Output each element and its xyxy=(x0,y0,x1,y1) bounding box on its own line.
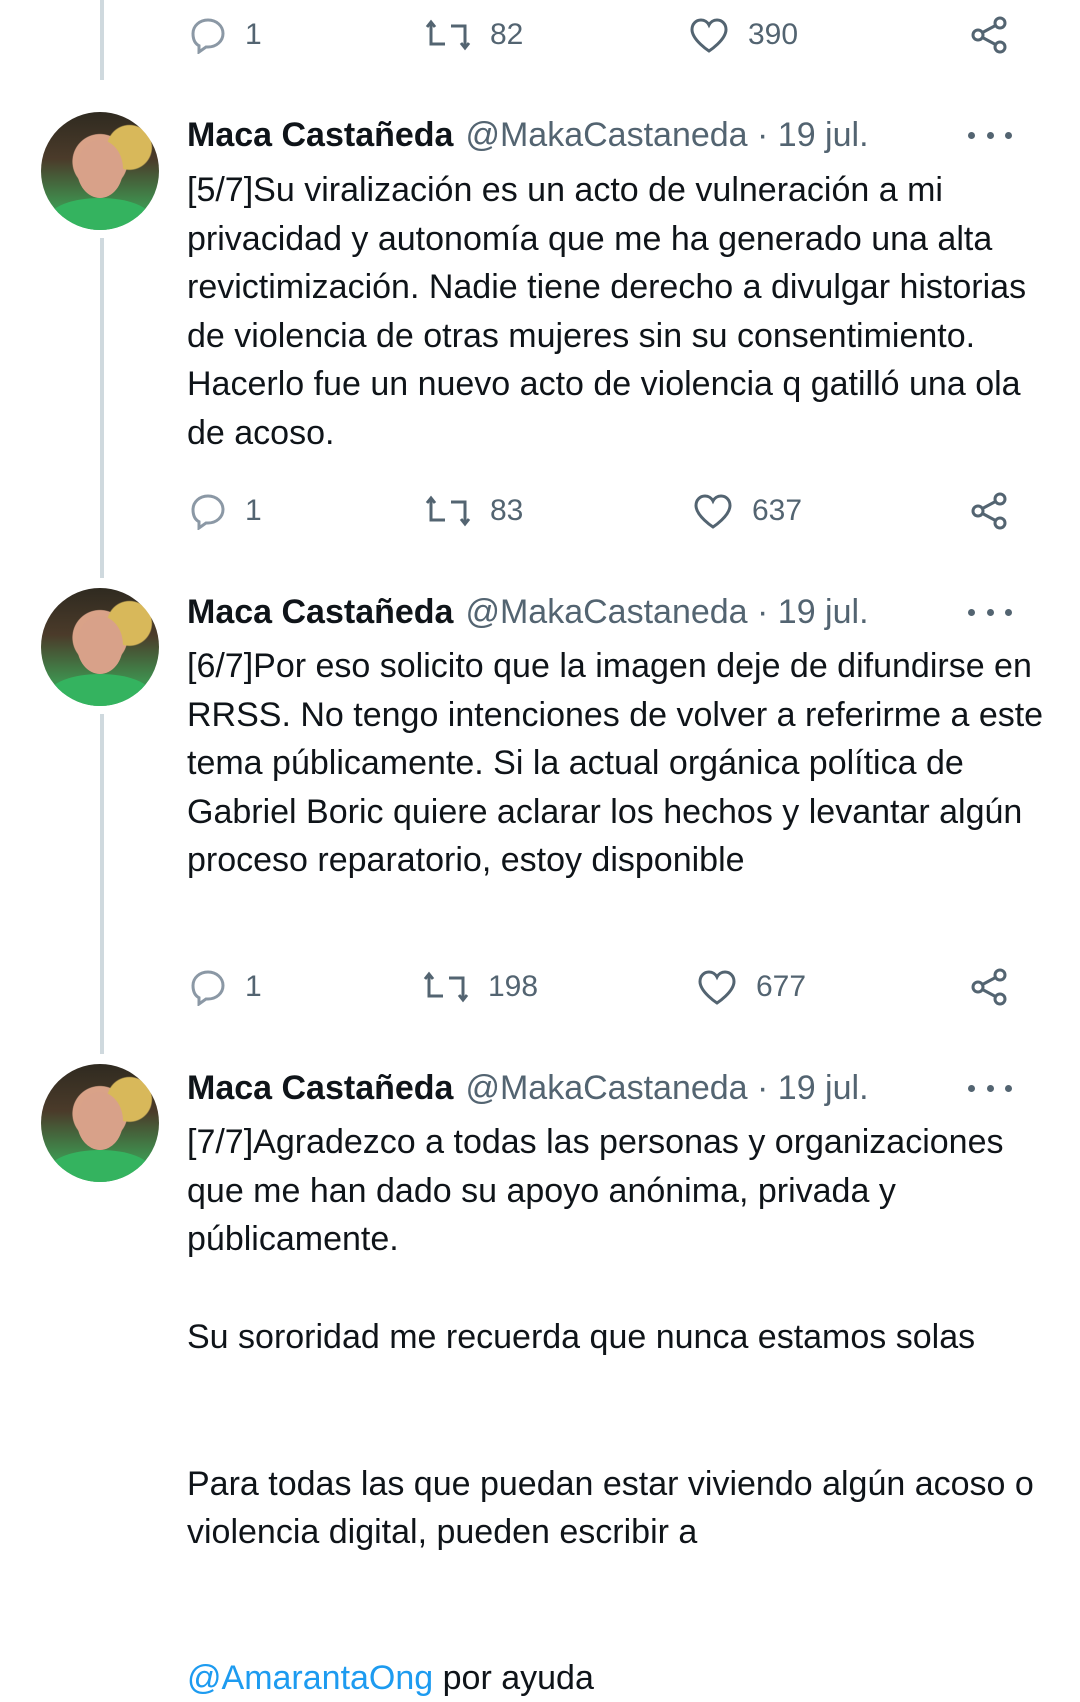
more-icon[interactable] xyxy=(968,125,1012,145)
tweet-actions: 1 82 390 xyxy=(0,5,1080,65)
retweet-icon xyxy=(425,495,471,527)
more-icon[interactable] xyxy=(968,602,1012,622)
tweet-text-span: Para todas las que puedan estar viviendo… xyxy=(187,1464,1034,1552)
author-name[interactable]: Maca Castañeda xyxy=(187,116,453,155)
retweet-icon xyxy=(423,971,469,1003)
reply-icon xyxy=(191,970,225,1006)
author-handle-date[interactable]: @MakaCastaneda · 19 jul. xyxy=(465,593,868,632)
tweet-text: [6/7]Por eso solicito que la imagen deje… xyxy=(187,647,1044,879)
tweet-header: Maca Castañeda @MakaCastaneda · 19 jul. xyxy=(187,110,869,160)
tweet-text-paragraph: Para todas las que puedan estar viviendo… xyxy=(187,1411,1047,1702)
share-button[interactable] xyxy=(970,5,1010,65)
tweet-actions: 1 198 677 xyxy=(0,957,1080,1017)
like-button[interactable]: 677 xyxy=(696,957,806,1017)
author-handle-date[interactable]: @MakaCastaneda · 19 jul. xyxy=(465,116,868,155)
like-count: 677 xyxy=(756,970,807,1003)
reply-button[interactable]: 1 xyxy=(189,5,262,65)
retweet-button[interactable]: 198 xyxy=(422,957,538,1017)
reply-icon xyxy=(191,18,225,54)
retweet-button[interactable]: 83 xyxy=(424,481,523,541)
tweet-header: Maca Castañeda @MakaCastaneda · 19 jul. xyxy=(187,1063,869,1113)
reply-count: 1 xyxy=(245,494,262,527)
author-name[interactable]: Maca Castañeda xyxy=(187,1069,453,1108)
author-name[interactable]: Maca Castañeda xyxy=(187,593,453,632)
like-count: 637 xyxy=(752,494,803,527)
tweet-header: Maca Castañeda @MakaCastaneda · 19 jul. xyxy=(187,587,869,637)
share-icon xyxy=(971,16,1007,54)
share-button[interactable] xyxy=(970,481,1010,541)
reply-count: 1 xyxy=(245,18,262,51)
tweet-text-paragraph: [7/7]Agradezco a todas las personas y or… xyxy=(187,1123,1004,1258)
retweet-icon xyxy=(425,19,471,51)
tweet-text: [5/7]Su viralización es un acto de vulne… xyxy=(187,171,1027,452)
heart-icon xyxy=(690,18,728,53)
share-icon xyxy=(971,492,1007,530)
like-button[interactable]: 637 xyxy=(692,481,802,541)
mention-link[interactable]: @AmarantaOng xyxy=(187,1659,433,1697)
heart-icon xyxy=(698,970,736,1005)
retweet-count: 198 xyxy=(488,970,539,1003)
tweet-text-paragraph: Su sororidad me recuerda que nunca estam… xyxy=(187,1318,976,1356)
reply-button[interactable]: 1 xyxy=(189,957,262,1017)
like-count: 390 xyxy=(748,18,799,51)
more-icon[interactable] xyxy=(968,1078,1012,1098)
retweet-button[interactable]: 82 xyxy=(424,5,523,65)
author-handle-date[interactable]: @MakaCastaneda · 19 jul. xyxy=(465,1069,868,1108)
reply-button[interactable]: 1 xyxy=(189,481,262,541)
heart-icon xyxy=(694,494,732,529)
share-button[interactable] xyxy=(970,957,1010,1017)
avatar[interactable] xyxy=(41,1064,159,1182)
retweet-count: 82 xyxy=(490,18,524,51)
tweet-actions: 1 83 637 xyxy=(0,481,1080,541)
reply-icon xyxy=(191,494,225,530)
avatar[interactable] xyxy=(41,588,159,706)
like-button[interactable]: 390 xyxy=(688,5,798,65)
share-icon xyxy=(971,968,1007,1006)
avatar[interactable] xyxy=(41,112,159,230)
retweet-count: 83 xyxy=(490,494,524,527)
tweet-text-span: por ayuda xyxy=(433,1658,594,1697)
reply-count: 1 xyxy=(245,970,262,1003)
